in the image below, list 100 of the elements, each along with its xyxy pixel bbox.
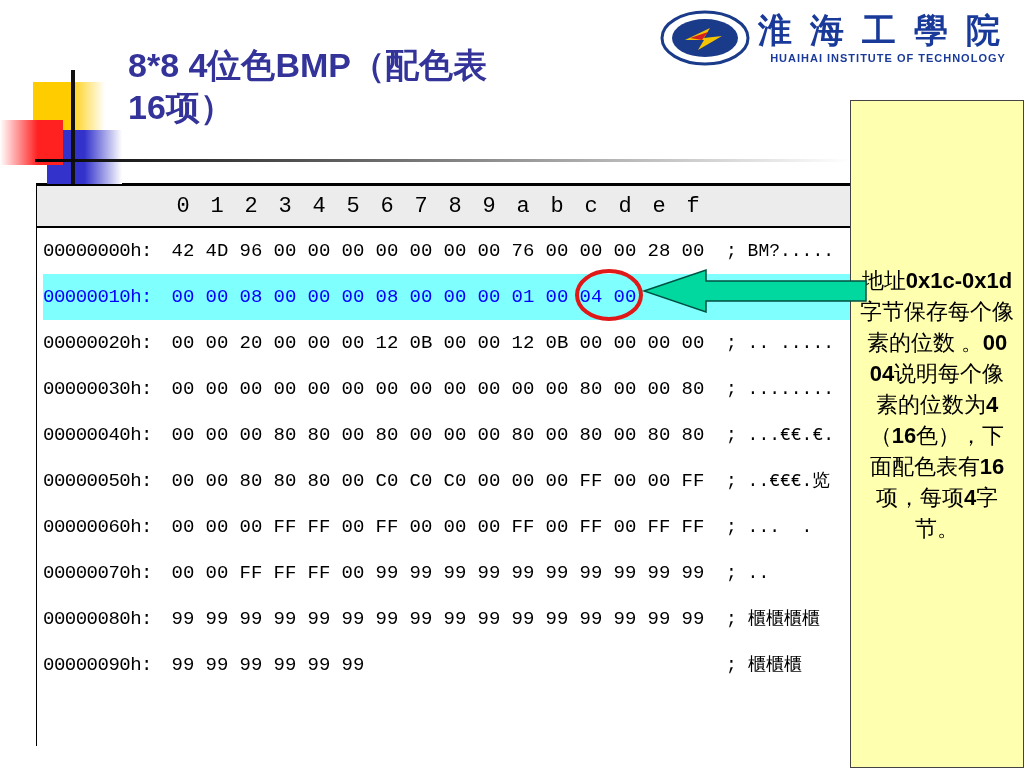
row-address: 00000070h:	[43, 560, 154, 586]
hex-byte: 00	[476, 284, 502, 310]
column-header: f	[685, 193, 701, 221]
hex-byte: 00	[204, 330, 230, 356]
row-address: 00000060h:	[43, 514, 154, 540]
hex-byte: 80	[374, 422, 400, 448]
hex-byte: 80	[680, 376, 706, 402]
hex-byte: 00	[204, 560, 230, 586]
hex-byte: 00	[442, 514, 468, 540]
hex-byte: 00	[306, 238, 332, 264]
ascii-text: ; 櫃櫃櫃櫃	[726, 607, 820, 631]
hex-byte: 99	[238, 606, 264, 632]
hex-byte: FF	[578, 514, 604, 540]
hex-byte: FF	[680, 514, 706, 540]
column-header: 3	[277, 193, 293, 221]
column-header: 6	[379, 193, 395, 221]
hex-byte: 99	[204, 652, 230, 678]
hex-byte: C0	[408, 468, 434, 494]
hex-byte: 00	[476, 376, 502, 402]
hex-byte: 99	[578, 606, 604, 632]
hex-byte: 99	[680, 560, 706, 586]
hex-byte: 99	[238, 652, 264, 678]
column-header: 5	[345, 193, 361, 221]
hex-byte: 99	[374, 560, 400, 586]
hex-byte: 00	[340, 514, 366, 540]
hex-byte: 99	[408, 606, 434, 632]
hex-byte: 00	[170, 284, 196, 310]
row-address: 00000050h:	[43, 468, 154, 494]
hex-byte: 00	[544, 514, 570, 540]
hex-byte: 00	[204, 514, 230, 540]
column-header: 9	[481, 193, 497, 221]
column-header: a	[515, 193, 531, 221]
hex-byte: 00	[476, 422, 502, 448]
hex-byte: 00	[442, 422, 468, 448]
hex-byte: 00	[544, 284, 570, 310]
institute-english-name: HUAIHAI INSTITUTE OF TECHNOLOGY	[770, 51, 1006, 66]
ascii-text: ; 櫃櫃櫃	[726, 653, 802, 677]
column-header: e	[651, 193, 667, 221]
hex-byte: 99	[476, 606, 502, 632]
hex-byte: 99	[170, 652, 196, 678]
hex-byte: 99	[340, 606, 366, 632]
hex-byte: 00	[340, 330, 366, 356]
row-address: 00000090h:	[43, 652, 154, 678]
hex-byte: 00	[612, 422, 638, 448]
hex-byte: 99	[476, 560, 502, 586]
hex-byte: FF	[680, 468, 706, 494]
hex-byte: 80	[578, 422, 604, 448]
hex-byte: 00	[170, 376, 196, 402]
hex-byte: 00	[340, 376, 366, 402]
hex-byte: 99	[272, 606, 298, 632]
hex-byte: 00	[408, 514, 434, 540]
hex-byte: 80	[680, 422, 706, 448]
hex-byte: 12	[374, 330, 400, 356]
hex-byte: 99	[442, 560, 468, 586]
hex-byte: 00	[374, 238, 400, 264]
hex-byte: 99	[612, 560, 638, 586]
hex-byte: 00	[238, 422, 264, 448]
hex-byte: 00	[510, 376, 536, 402]
institute-name: 淮海工學院	[758, 10, 1018, 50]
hex-byte: 99	[340, 652, 366, 678]
hex-byte: 00	[374, 376, 400, 402]
hex-byte: 00	[408, 238, 434, 264]
hex-byte: 12	[510, 330, 536, 356]
hex-byte: 4D	[204, 238, 230, 264]
hex-byte: FF	[272, 514, 298, 540]
hex-byte: 00	[340, 422, 366, 448]
hex-byte: 80	[646, 422, 672, 448]
hex-byte: 00	[612, 238, 638, 264]
hex-byte: 00	[442, 376, 468, 402]
hex-byte: 00	[646, 330, 672, 356]
ascii-text: ; BM?.....	[726, 239, 835, 263]
hex-byte: 00	[340, 238, 366, 264]
hex-byte: 99	[306, 606, 332, 632]
hex-byte: 80	[578, 376, 604, 402]
hex-byte: 96	[238, 238, 264, 264]
hex-byte: 00	[578, 238, 604, 264]
hex-byte: FF	[646, 514, 672, 540]
hex-byte: 00	[306, 376, 332, 402]
column-header: b	[549, 193, 565, 221]
hex-byte: FF	[238, 560, 264, 586]
hex-byte: 99	[578, 560, 604, 586]
hex-byte: 00	[170, 560, 196, 586]
hex-byte: 00	[544, 468, 570, 494]
hex-byte: 00	[544, 376, 570, 402]
hex-byte: 00	[340, 284, 366, 310]
hex-byte: 00	[272, 238, 298, 264]
hex-byte: 20	[238, 330, 264, 356]
hex-byte: 00	[170, 330, 196, 356]
hex-byte: 00	[646, 468, 672, 494]
hex-byte: 08	[238, 284, 264, 310]
row-address: 00000000h:	[43, 238, 154, 264]
hex-byte: 00	[476, 468, 502, 494]
hex-byte: 99	[646, 606, 672, 632]
hex-byte: 00	[612, 330, 638, 356]
hex-byte: 99	[272, 652, 298, 678]
ascii-text: ; ... .	[726, 515, 814, 539]
hex-byte: 0B	[408, 330, 434, 356]
hex-byte: 99	[408, 560, 434, 586]
column-header: 8	[447, 193, 463, 221]
hex-byte: 99	[680, 606, 706, 632]
